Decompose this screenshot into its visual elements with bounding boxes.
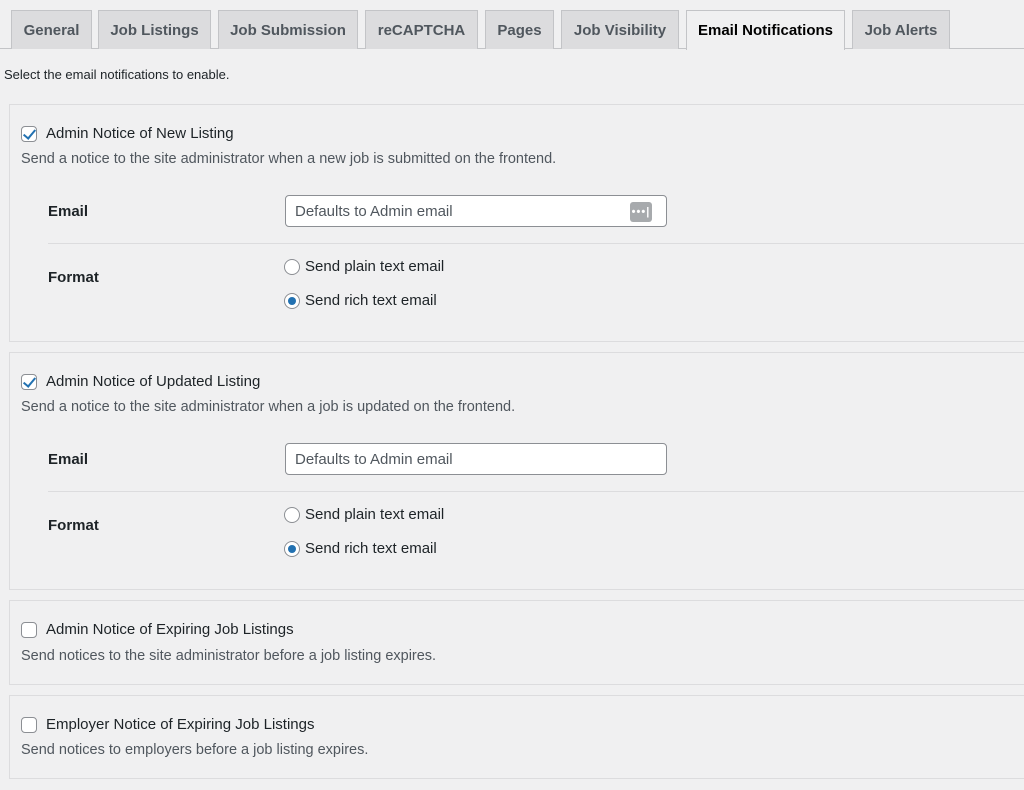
updated-listing-format-label: Format: [48, 517, 99, 534]
updated-listing-format-plain[interactable]: Send plain text email: [284, 506, 444, 523]
tab-job-submission[interactable]: Job Submission: [218, 10, 358, 49]
updated-listing-email-label: Email: [48, 451, 89, 468]
expiring-admin-title: Admin Notice of Expiring Job Listings: [46, 621, 294, 638]
updated-listing-email-placeholder: Defaults to Admin email: [295, 450, 453, 468]
updated-listing-description: Send a notice to the site administrator …: [21, 399, 516, 415]
tab-job-visibility[interactable]: Job Visibility: [561, 10, 679, 49]
new-listing-email-placeholder: Defaults to Admin email: [295, 202, 453, 220]
updated-listing-email-input[interactable]: Defaults to Admin email: [285, 443, 667, 475]
field-divider: [48, 243, 1024, 244]
new-listing-email-input[interactable]: Defaults to Admin email •••|: [285, 195, 667, 227]
expiring-employer-description: Send notices to employers before a job l…: [21, 742, 369, 758]
new-listing-toggle[interactable]: Admin Notice of New Listing: [21, 125, 234, 142]
intro-text: Select the email notifications to enable…: [4, 67, 230, 82]
updated-listing-plain-radio[interactable]: [284, 506, 300, 523]
field-divider: [48, 491, 1024, 492]
expiring-admin-checkbox[interactable]: [21, 621, 37, 638]
expiring-admin-toggle[interactable]: Admin Notice of Expiring Job Listings: [21, 621, 294, 638]
new-listing-plain-label: Send plain text email: [305, 258, 445, 275]
expiring-employer-checkbox[interactable]: [21, 716, 37, 733]
new-listing-plain-radio[interactable]: [284, 258, 300, 275]
updated-listing-rich-radio[interactable]: [284, 540, 300, 557]
section-updated-listing: Admin Notice of Updated Listing Send a n…: [9, 352, 1024, 590]
updated-listing-checkbox[interactable]: [21, 373, 37, 390]
new-listing-title: Admin Notice of New Listing: [46, 125, 234, 142]
updated-listing-title: Admin Notice of Updated Listing: [46, 373, 261, 390]
updated-listing-rich-label: Send rich text email: [305, 540, 437, 557]
new-listing-checkbox[interactable]: [21, 125, 37, 142]
password-manager-icon[interactable]: •••|: [630, 202, 652, 222]
tab-email-notifications[interactable]: Email Notifications: [686, 10, 845, 50]
new-listing-email-label: Email: [48, 203, 89, 220]
tab-job-listings[interactable]: Job Listings: [98, 10, 211, 49]
tab-general[interactable]: General: [11, 10, 92, 49]
tab-pages[interactable]: Pages: [485, 10, 554, 49]
new-listing-rich-radio[interactable]: [284, 292, 300, 309]
expiring-employer-toggle[interactable]: Employer Notice of Expiring Job Listings: [21, 716, 314, 733]
new-listing-format-plain[interactable]: Send plain text email: [284, 258, 444, 275]
new-listing-description: Send a notice to the site administrator …: [21, 151, 557, 167]
new-listing-rich-label: Send rich text email: [305, 292, 437, 309]
section-expiring-admin: Admin Notice of Expiring Job Listings Se…: [9, 600, 1024, 685]
new-listing-format-rich[interactable]: Send rich text email: [284, 292, 437, 309]
expiring-admin-description: Send notices to the site administrator b…: [21, 648, 437, 664]
new-listing-format-label: Format: [48, 269, 99, 286]
section-expiring-employer: Employer Notice of Expiring Job Listings…: [9, 695, 1024, 779]
updated-listing-toggle[interactable]: Admin Notice of Updated Listing: [21, 373, 260, 390]
expiring-employer-title: Employer Notice of Expiring Job Listings: [46, 716, 315, 733]
updated-listing-plain-label: Send plain text email: [305, 506, 445, 523]
tab-recaptcha[interactable]: reCAPTCHA: [365, 10, 478, 49]
section-new-listing: Admin Notice of New Listing Send a notic…: [9, 104, 1024, 342]
settings-tabs: General Job Listings Job Submission reCA…: [0, 0, 1024, 50]
updated-listing-format-rich[interactable]: Send rich text email: [284, 540, 437, 557]
tab-job-alerts[interactable]: Job Alerts: [852, 10, 950, 49]
